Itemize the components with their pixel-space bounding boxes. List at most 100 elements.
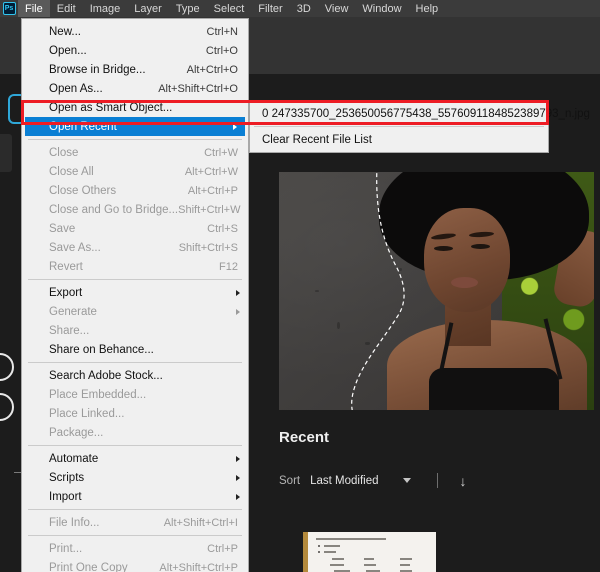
recent-sort-bar[interactable]: Sort Last Modified ↓ bbox=[279, 473, 467, 488]
color-swatch-circle-icon[interactable] bbox=[0, 353, 14, 381]
sort-value-last-modified[interactable]: Last Modified bbox=[310, 475, 378, 487]
menu-item-shortcut: Shift+Ctrl+S bbox=[179, 242, 242, 254]
menu-item-label: File Info... bbox=[49, 517, 100, 529]
menu-item-label: Export bbox=[49, 287, 82, 299]
menu-item-package: Package... bbox=[22, 423, 248, 442]
menu-item-label: Package... bbox=[49, 427, 103, 439]
menu-item-label: Close All bbox=[49, 166, 94, 178]
menubar-item-filter[interactable]: Filter bbox=[251, 0, 289, 17]
menubar-item-layer[interactable]: Layer bbox=[127, 0, 169, 17]
menu-item-open-as-smart-object[interactable]: Open as Smart Object... bbox=[22, 98, 248, 117]
menu-item-label: Print One Copy bbox=[49, 562, 128, 572]
recent-file-thumbnail[interactable] bbox=[303, 532, 436, 572]
tools-panel[interactable] bbox=[0, 74, 22, 572]
menu-item-label: Place Linked... bbox=[49, 408, 124, 420]
menu-item-browse-in-bridge[interactable]: Browse in Bridge... Alt+Ctrl+O bbox=[22, 60, 248, 79]
sort-direction-down-arrow-icon[interactable]: ↓ bbox=[460, 474, 467, 488]
clear-recent-file-list-item[interactable]: Clear Recent File List bbox=[250, 129, 548, 150]
menu-item-export[interactable]: Export bbox=[22, 283, 248, 302]
menu-item-label: Browse in Bridge... bbox=[49, 64, 146, 76]
menu-item-print: Print...Ctrl+P bbox=[22, 539, 248, 558]
document-canvas-preview[interactable] bbox=[279, 172, 594, 410]
menu-bar[interactable]: Ps FileEditImageLayerTypeSelectFilter3DV… bbox=[0, 0, 600, 17]
menubar-item-select[interactable]: Select bbox=[207, 0, 252, 17]
menu-item-revert: Revert F12 bbox=[22, 257, 248, 276]
menubar-item-view[interactable]: View bbox=[318, 0, 356, 17]
menu-item-close: Close Ctrl+W bbox=[22, 143, 248, 162]
menu-item-label: Revert bbox=[49, 261, 83, 273]
menu-separator bbox=[28, 362, 242, 363]
menu-item-automate[interactable]: Automate bbox=[22, 449, 248, 468]
menu-item-search-adobe-stock[interactable]: Search Adobe Stock... bbox=[22, 366, 248, 385]
menu-item-close-others: Close OthersAlt+Ctrl+P bbox=[22, 181, 248, 200]
submenu-arrow-icon bbox=[236, 290, 240, 296]
menu-separator bbox=[28, 139, 242, 140]
menubar-item-file[interactable]: File bbox=[18, 0, 50, 17]
menu-separator bbox=[254, 126, 544, 127]
menu-item-label: Generate bbox=[49, 306, 97, 318]
submenu-arrow-icon bbox=[236, 309, 240, 315]
sort-label: Sort bbox=[279, 475, 300, 487]
menu-item-shortcut: Ctrl+S bbox=[207, 223, 242, 235]
menu-separator bbox=[28, 445, 242, 446]
menu-item-shortcut: Alt+Ctrl+O bbox=[187, 64, 242, 76]
menubar-item-3d[interactable]: 3D bbox=[290, 0, 318, 17]
photoshop-window: Recent Sort Last Modified ↓ Ps FileEditI… bbox=[0, 0, 600, 572]
menu-item-share: Share... bbox=[22, 321, 248, 340]
menubar-item-help[interactable]: Help bbox=[409, 0, 446, 17]
menu-item-open-as[interactable]: Open As...Alt+Shift+Ctrl+O bbox=[22, 79, 248, 98]
menu-item-label: Close bbox=[49, 147, 78, 159]
menu-item-label: Scripts bbox=[49, 472, 84, 484]
menu-item-shortcut: Alt+Ctrl+W bbox=[185, 166, 242, 178]
menu-item-label: Share on Behance... bbox=[49, 344, 154, 356]
menu-item-scripts[interactable]: Scripts bbox=[22, 468, 248, 487]
menubar-item-image[interactable]: Image bbox=[83, 0, 128, 17]
menubar-item-edit[interactable]: Edit bbox=[50, 0, 83, 17]
menu-item-shortcut: Shift+Ctrl+W bbox=[178, 204, 244, 216]
menu-item-label: Import bbox=[49, 491, 82, 503]
recent-list-spacer bbox=[279, 520, 439, 530]
menu-item-shortcut: Alt+Shift+Ctrl+P bbox=[159, 562, 242, 572]
file-menu-dropdown[interactable]: New...Ctrl+N Open... Ctrl+O Browse in Bridg… bbox=[21, 18, 249, 572]
menu-item-label: Open... bbox=[49, 45, 87, 57]
recent-file-menu-item[interactable]: 0 247335700_253650056775438_557609118485… bbox=[250, 103, 548, 124]
submenu-arrow-icon bbox=[236, 456, 240, 462]
tool-group-chip[interactable] bbox=[0, 134, 12, 172]
submenu-arrow-icon bbox=[236, 494, 240, 500]
photoshop-logo-icon: Ps bbox=[0, 0, 18, 17]
chevron-down-icon[interactable] bbox=[403, 478, 411, 483]
menu-item-shortcut: F12 bbox=[219, 261, 242, 273]
menu-item-label: Save bbox=[49, 223, 75, 235]
color-swatch-circle-secondary-icon[interactable] bbox=[0, 393, 14, 421]
menu-item-label: New... bbox=[49, 26, 81, 38]
menu-item-label: Open Recent bbox=[49, 121, 117, 133]
menu-separator bbox=[28, 535, 242, 536]
menu-item-generate: Generate bbox=[22, 302, 248, 321]
menubar-item-type[interactable]: Type bbox=[169, 0, 207, 17]
menu-item-share-on-behance[interactable]: Share on Behance... bbox=[22, 340, 248, 359]
menu-item-shortcut: Alt+Ctrl+P bbox=[188, 185, 242, 197]
open-recent-submenu[interactable]: 0 247335700_253650056775438_557609118485… bbox=[249, 100, 549, 153]
toolbar-divider bbox=[437, 473, 438, 488]
menu-item-save: Save Ctrl+S bbox=[22, 219, 248, 238]
menu-item-shortcut: Alt+Shift+Ctrl+I bbox=[164, 517, 242, 529]
menu-item-print-one-copy: Print One Copy Alt+Shift+Ctrl+P bbox=[22, 558, 248, 572]
menu-item-open-recent[interactable]: Open Recent bbox=[25, 117, 245, 136]
menubar-item-window[interactable]: Window bbox=[355, 0, 408, 17]
menu-item-label: Open as Smart Object... bbox=[49, 102, 172, 114]
menu-item-close-and-go-to-bridge: Close and Go to Bridge...Shift+Ctrl+W bbox=[22, 200, 248, 219]
submenu-arrow-icon bbox=[236, 475, 240, 481]
menu-item-shortcut: Ctrl+W bbox=[204, 147, 242, 159]
menu-item-label: Open As... bbox=[49, 83, 103, 95]
menu-item-open[interactable]: Open... Ctrl+O bbox=[22, 41, 248, 60]
menu-item-shortcut: Ctrl+O bbox=[206, 45, 242, 57]
menu-item-file-info: File Info... Alt+Shift+Ctrl+I bbox=[22, 513, 248, 532]
ps-badge-label: Ps bbox=[3, 2, 16, 15]
menu-separator bbox=[28, 509, 242, 510]
menu-item-shortcut: Ctrl+P bbox=[207, 543, 242, 555]
menu-item-label: Automate bbox=[49, 453, 98, 465]
recent-section-heading: Recent bbox=[279, 429, 329, 446]
menu-item-new[interactable]: New...Ctrl+N bbox=[22, 22, 248, 41]
submenu-arrow-icon bbox=[233, 124, 237, 130]
menu-item-import[interactable]: Import bbox=[22, 487, 248, 506]
